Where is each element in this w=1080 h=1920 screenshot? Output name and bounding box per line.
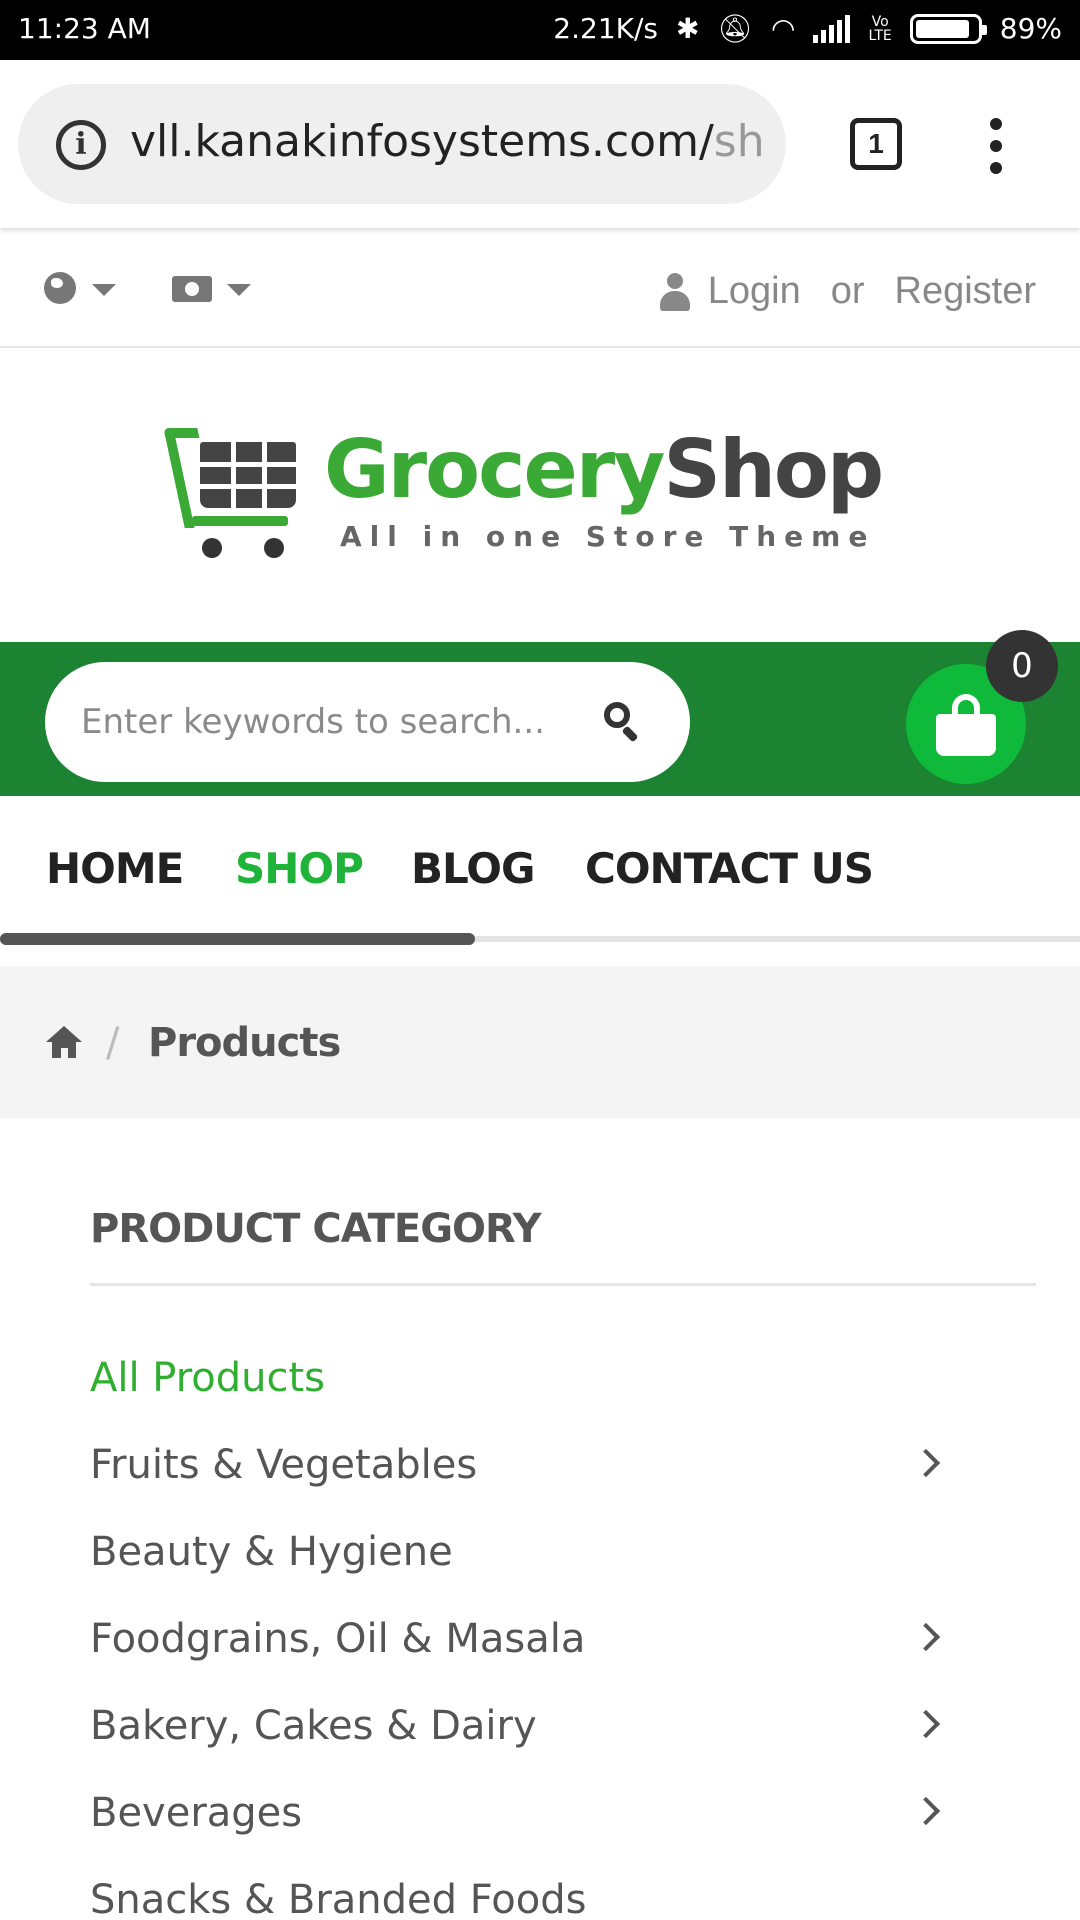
nav-contact-us[interactable]: CONTACT US [585, 844, 874, 893]
more-menu-icon[interactable] [986, 118, 1006, 174]
language-globe-icon[interactable] [44, 272, 76, 304]
status-time: 11:23 AM [18, 12, 151, 45]
category-item[interactable]: Bakery, Cakes & Dairy [90, 1696, 941, 1783]
status-bar: 11:23 AM 2.21K/s ✱ 🔕︎ ◠ Vo LTE 89% [0, 0, 1080, 60]
battery-icon [909, 13, 987, 44]
category-label[interactable]: Bakery, Cakes & Dairy [90, 1703, 537, 1749]
utility-bar: Login or Register [0, 228, 1080, 348]
cart-count-badge: 0 [986, 630, 1058, 702]
category-item[interactable]: Snacks & Branded Foods [90, 1870, 936, 1920]
main-nav: HOME SHOP BLOG CONTACT US [0, 796, 1080, 946]
divider [90, 1283, 1036, 1286]
status-icons: 2.21K/s ✱ 🔕︎ ◠ Vo LTE 89% [553, 12, 1062, 45]
breadcrumb-current: Products [148, 1020, 341, 1066]
home-icon[interactable] [46, 1026, 82, 1058]
bluetooth-icon: ✱ [676, 12, 700, 45]
volte-icon: Vo LTE [868, 13, 892, 44]
tab-switcher-icon[interactable]: 1 [850, 118, 902, 170]
login-link[interactable]: Login [708, 270, 801, 313]
category-label[interactable]: Foodgrains, Oil & Masala [90, 1616, 585, 1662]
currency-icon[interactable] [172, 276, 212, 302]
breadcrumb-separator: / [106, 1020, 120, 1066]
url-text[interactable]: vll.kanakinfosystems.com/sh [130, 116, 765, 167]
register-link[interactable]: Register [895, 270, 1037, 313]
battery-percent: 89% [999, 12, 1062, 45]
category-label[interactable]: Fruits & Vegetables [90, 1442, 477, 1488]
chevron-right-icon[interactable] [911, 1448, 941, 1478]
nav-home[interactable]: HOME [46, 844, 184, 893]
category-list: All Products Fruits & Vegetables Beauty … [90, 1348, 941, 1920]
signal-icon [813, 14, 851, 43]
breadcrumb: / Products [0, 966, 1080, 1118]
nav-shop[interactable]: SHOP [235, 844, 364, 893]
chevron-right-icon[interactable] [911, 1709, 941, 1739]
category-label[interactable]: Beverages [90, 1790, 302, 1836]
search-icon[interactable] [600, 700, 644, 744]
shopping-cart-logo-icon [163, 428, 310, 558]
nav-scrollbar-thumb[interactable] [0, 933, 475, 945]
or-text: or [830, 270, 865, 312]
category-item[interactable]: Beauty & Hygiene [90, 1522, 936, 1609]
mute-icon: 🔕︎ [717, 12, 754, 45]
chevron-right-icon[interactable] [911, 1796, 941, 1826]
brand-tagline: All in one Store Theme [340, 520, 876, 553]
category-item[interactable]: Beverages [90, 1783, 941, 1870]
category-item[interactable]: Foodgrains, Oil & Masala [90, 1609, 941, 1696]
account-links: Login or Register [659, 270, 1037, 313]
shopping-bag-icon [936, 694, 996, 756]
chevron-down-icon[interactable] [227, 284, 251, 296]
search-input[interactable] [81, 692, 581, 752]
url-dim: sh [713, 116, 765, 167]
browser-toolbar: i vll.kanakinfosystems.com/sh 1 [0, 60, 1080, 228]
category-item[interactable]: Fruits & Vegetables [90, 1435, 941, 1522]
category-heading: PRODUCT CATEGORY [90, 1206, 542, 1252]
network-speed: 2.21K/s [553, 12, 659, 45]
url-main: vll.kanakinfosystems.com/ [130, 116, 714, 167]
site-logo[interactable]: GroceryShop All in one Store Theme [163, 420, 890, 570]
wifi-icon: ◠ [771, 12, 796, 45]
category-label[interactable]: Snacks & Branded Foods [90, 1877, 586, 1920]
category-label[interactable]: All Products [90, 1355, 325, 1401]
user-icon [659, 272, 690, 311]
category-label[interactable]: Beauty & Hygiene [90, 1529, 453, 1575]
chevron-right-icon[interactable] [911, 1622, 941, 1652]
brand-name: GroceryShop [324, 423, 884, 516]
category-item[interactable]: All Products [90, 1348, 936, 1435]
info-icon[interactable]: i [56, 120, 106, 170]
search-box [45, 662, 690, 782]
address-bar[interactable]: i vll.kanakinfosystems.com/sh [18, 84, 786, 204]
nav-scroll-track[interactable] [0, 933, 1080, 945]
search-band [0, 642, 1080, 796]
nav-blog[interactable]: BLOG [411, 844, 535, 893]
chevron-down-icon[interactable] [92, 284, 116, 296]
